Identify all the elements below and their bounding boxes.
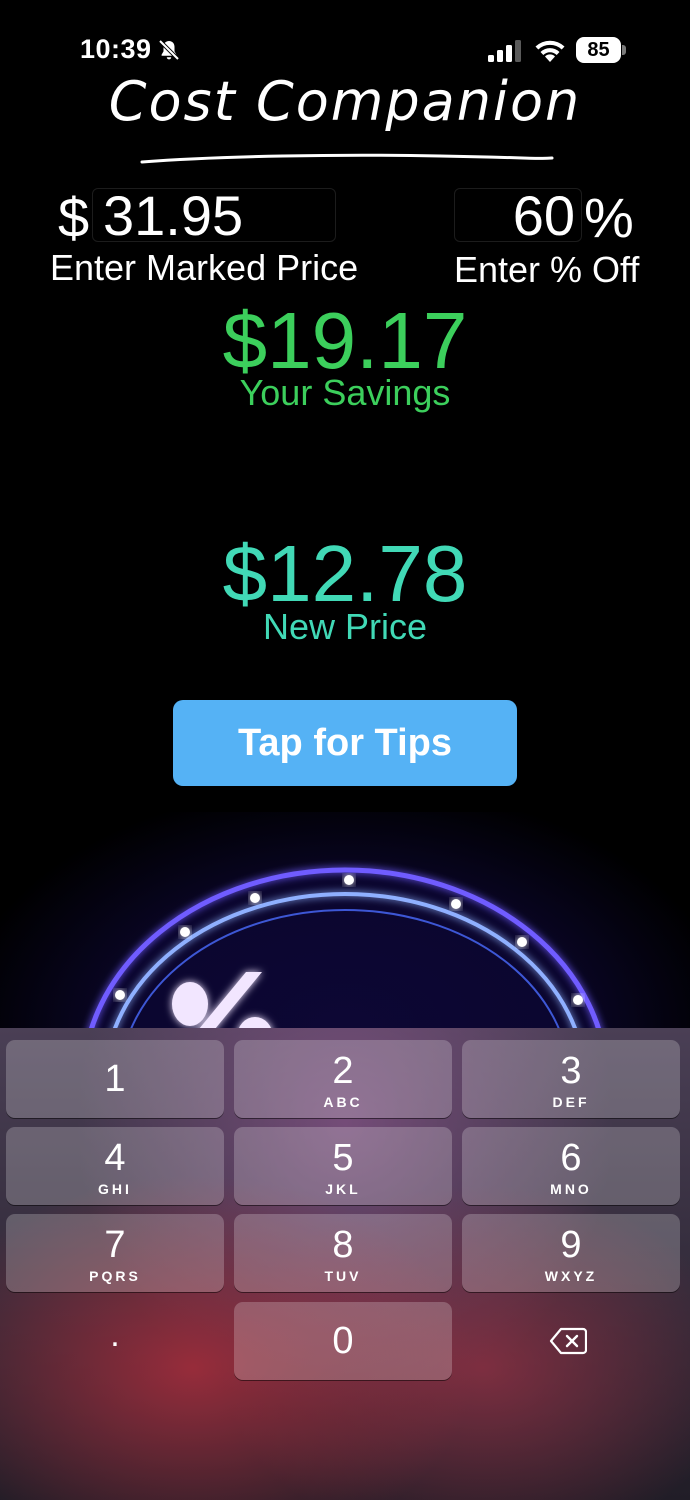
tips-button[interactable]: Tap for Tips — [173, 700, 517, 786]
currency-symbol: $ — [58, 186, 90, 249]
neon-ring-image — [88, 867, 602, 1030]
key-letters: TUV — [324, 1268, 362, 1284]
battery-tip — [622, 45, 626, 55]
wifi-icon — [535, 40, 565, 62]
key-decimal[interactable]: . — [6, 1302, 224, 1380]
marked-price-input[interactable] — [92, 188, 336, 242]
key-digit: 6 — [560, 1137, 582, 1179]
key-digit: 3 — [560, 1050, 582, 1092]
key-digit: 7 — [104, 1224, 126, 1266]
key-letters: GHI — [98, 1181, 132, 1197]
key-7[interactable]: 7 PQRS — [6, 1214, 224, 1292]
key-5[interactable]: 5 JKL — [234, 1127, 452, 1205]
new-price-label: New Price — [262, 606, 428, 647]
key-3[interactable]: 3 DEF — [462, 1040, 680, 1118]
key-digit: 4 — [104, 1137, 126, 1179]
key-letters: MNO — [550, 1181, 592, 1197]
key-4[interactable]: 4 GHI — [6, 1127, 224, 1205]
key-9[interactable]: 9 WXYZ — [462, 1214, 680, 1292]
battery-icon: 85 — [576, 37, 626, 63]
key-digit: . — [110, 1316, 120, 1354]
key-letters: ABC — [323, 1094, 363, 1110]
key-0[interactable]: 0 — [234, 1302, 452, 1380]
key-1[interactable]: 1 — [6, 1040, 224, 1118]
key-letters: JKL — [325, 1181, 361, 1197]
backspace-icon — [549, 1327, 587, 1355]
key-digit: 9 — [560, 1224, 582, 1266]
bell-slash-icon — [158, 39, 180, 61]
title-underline — [140, 153, 554, 164]
key-letters: DEF — [552, 1094, 590, 1110]
percent-off-label: Enter % Off — [454, 249, 640, 290]
app-title: Cost Companion — [108, 70, 582, 133]
marked-price-label: Enter Marked Price — [50, 247, 359, 288]
key-digit: 2 — [332, 1050, 354, 1092]
delete-key[interactable] — [462, 1302, 680, 1380]
key-digit: 1 — [104, 1058, 126, 1100]
key-8[interactable]: 8 TUV — [234, 1214, 452, 1292]
percent-symbol: % — [584, 186, 634, 249]
percent-off-input[interactable] — [454, 188, 582, 242]
cellular-signal-icon — [488, 40, 521, 62]
key-digit: 8 — [332, 1224, 354, 1266]
battery-level: 85 — [587, 39, 610, 61]
key-letters: WXYZ — [544, 1268, 598, 1284]
savings-label: Your Savings — [239, 372, 451, 413]
key-2[interactable]: 2 ABC — [234, 1040, 452, 1118]
background-art — [0, 812, 690, 1030]
status-time: 10:39 — [80, 34, 152, 64]
key-digit: 0 — [332, 1320, 354, 1362]
numeric-keypad: 1 2 ABC 3 DEF 4 GHI 5 JKL 6 MNO 7 PQRS 8… — [0, 1028, 690, 1500]
key-letters: PQRS — [89, 1268, 141, 1284]
key-6[interactable]: 6 MNO — [462, 1127, 680, 1205]
key-digit: 5 — [332, 1137, 354, 1179]
